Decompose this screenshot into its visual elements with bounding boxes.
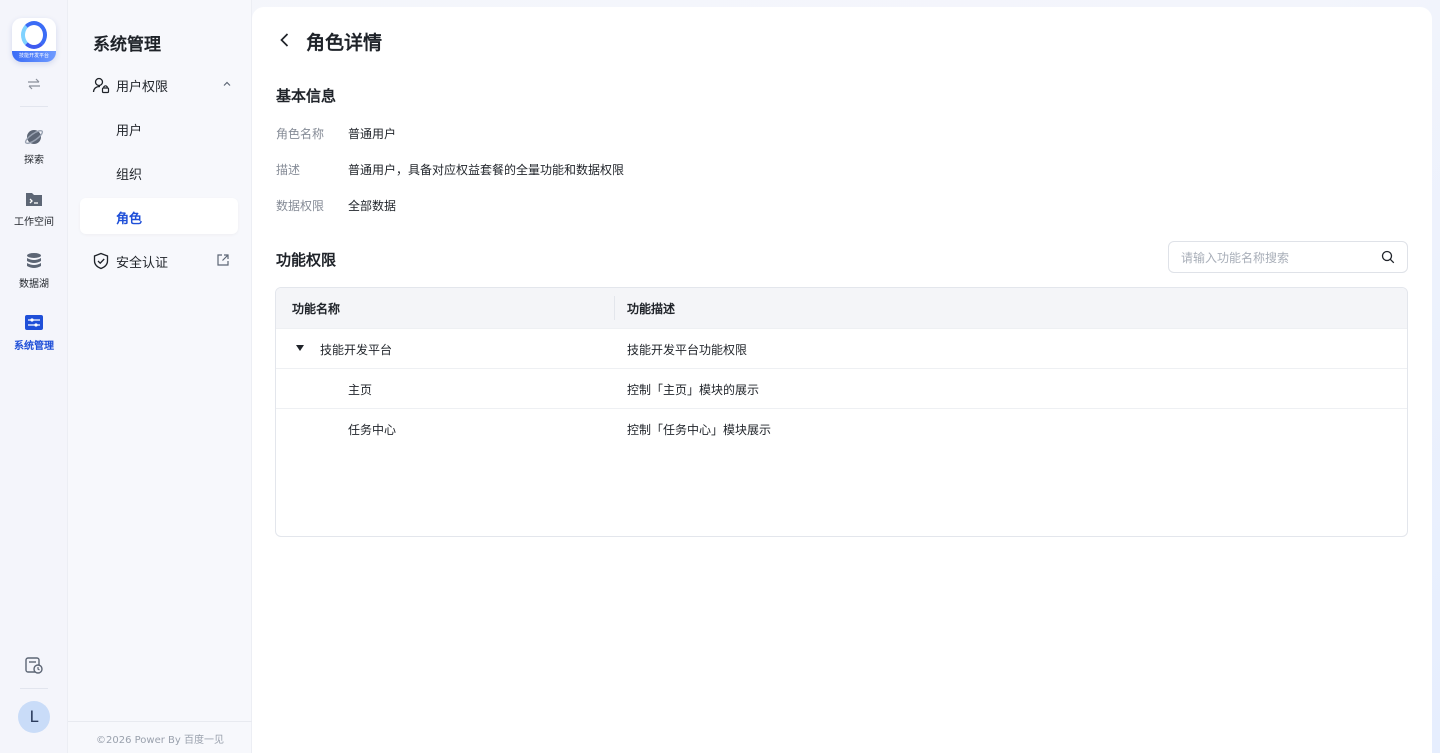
rail-item-label: 工作空间 <box>14 217 54 228</box>
table-row: 任务中心 控制「任务中心」模块展示 <box>276 408 1407 448</box>
external-link-icon <box>217 254 229 266</box>
rail-item-datalake[interactable]: 数据湖 <box>0 251 68 301</box>
permissions-table: 功能名称 功能描述 技能开发平台 技能开发平台功能权限 主页 控制「主页」模块的… <box>275 287 1408 537</box>
info-key: 角色名称 <box>276 127 325 141</box>
app-rail: 技能开发平台 探索 工作空间 数据湖 系统管理 L <box>0 0 68 753</box>
user-lock-icon <box>92 77 110 94</box>
cell-desc: 技能开发平台功能权限 <box>627 343 748 357</box>
rail-item-system[interactable]: 系统管理 <box>0 313 68 363</box>
terminal-folder-icon <box>26 193 42 206</box>
rail-item-label: 数据湖 <box>19 279 49 290</box>
table-row: 技能开发平台 技能开发平台功能权限 <box>276 328 1407 368</box>
info-value: 普通用户 <box>348 127 397 141</box>
rail-item-explore[interactable]: 探索 <box>0 127 68 177</box>
caret-down-icon[interactable] <box>296 345 304 351</box>
cell-name: 主页 <box>348 383 373 397</box>
sidebar-item-users[interactable]: 用户 <box>80 110 238 146</box>
avatar[interactable]: L <box>18 701 50 733</box>
rail-item-workspace[interactable]: 工作空间 <box>0 189 68 239</box>
sidebar-footer: ©2026 Power By 百度一见 <box>96 735 224 746</box>
planet-icon <box>24 129 44 145</box>
section-title-permissions: 功能权限 <box>276 251 337 269</box>
sidebar-footer-divider <box>68 721 252 722</box>
logo-text: 技能开发平台 <box>12 51 56 62</box>
table-header: 功能名称 功能描述 <box>276 288 1407 328</box>
page-title: 角色详情 <box>306 32 383 54</box>
search-icon[interactable] <box>1381 250 1395 264</box>
cell-desc: 控制「任务中心」模块展示 <box>627 423 772 437</box>
switch-icon[interactable] <box>27 78 41 90</box>
search-box <box>1168 241 1408 273</box>
sidebar-group-user-permissions[interactable]: 用户权限 <box>80 68 238 102</box>
info-value: 普通用户，具备对应权益套餐的全量功能和数据权限 <box>348 163 625 177</box>
schedule-icon[interactable] <box>24 655 44 675</box>
sidebar-item-label: 角色 <box>116 212 143 227</box>
rail-item-label: 探索 <box>24 155 44 166</box>
sidebar-item-label: 安全认证 <box>116 256 169 271</box>
cell-name: 任务中心 <box>348 423 397 437</box>
rail-divider <box>20 688 48 689</box>
sidebar-item-security-auth[interactable]: 安全认证 <box>80 244 238 278</box>
rail-item-label: 系统管理 <box>14 341 54 352</box>
info-value: 全部数据 <box>348 199 397 213</box>
sidebar-item-organization[interactable]: 组织 <box>80 154 238 190</box>
table-row: 主页 控制「主页」模块的展示 <box>276 368 1407 408</box>
info-key: 数据权限 <box>276 199 325 213</box>
sidebar: 系统管理 用户权限 用户 组织 角色 安全认证 ©2026 Power By 百… <box>68 0 252 753</box>
rail-divider <box>20 106 48 107</box>
cell-desc: 控制「主页」模块的展示 <box>627 383 760 397</box>
column-header-desc: 功能描述 <box>627 302 676 316</box>
main-panel: 角色详情 基本信息 角色名称 普通用户 描述 普通用户，具备对应权益套餐的全量功… <box>252 7 1432 753</box>
column-header-name: 功能名称 <box>292 302 341 316</box>
column-divider <box>614 296 615 320</box>
sidebar-title: 系统管理 <box>93 35 161 55</box>
chevron-up-icon <box>223 81 231 86</box>
back-arrow-icon[interactable] <box>276 31 294 49</box>
shield-check-icon <box>93 252 109 270</box>
sidebar-item-roles[interactable]: 角色 <box>80 198 238 234</box>
search-input[interactable] <box>1181 248 1371 268</box>
sidebar-group-label: 用户权限 <box>116 80 169 95</box>
database-icon <box>27 253 41 268</box>
section-title-basic-info: 基本信息 <box>276 87 337 105</box>
sidebar-item-label: 用户 <box>116 124 143 139</box>
info-key: 描述 <box>276 163 301 177</box>
system-settings-icon <box>25 315 43 330</box>
app-logo[interactable]: 技能开发平台 <box>12 18 56 62</box>
sidebar-item-label: 组织 <box>116 168 143 183</box>
logo-ring-icon <box>21 21 47 49</box>
cell-name: 技能开发平台 <box>320 343 393 357</box>
